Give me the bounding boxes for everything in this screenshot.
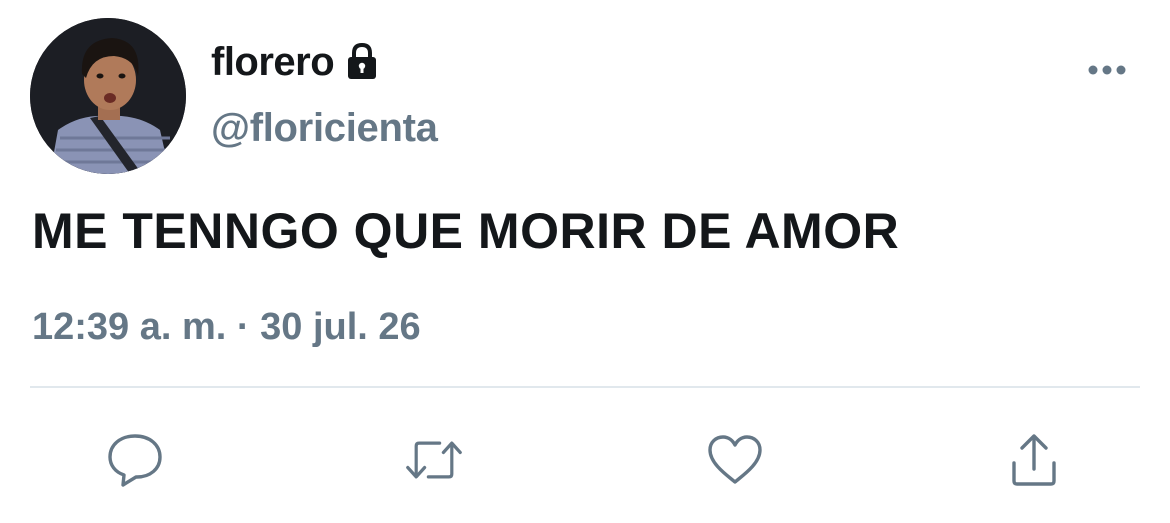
more-options-button[interactable] xyxy=(1082,52,1132,88)
like-button[interactable] xyxy=(705,430,765,490)
user-handle[interactable]: @floricienta xyxy=(211,104,438,152)
tweet-date: 30 jul. 26 xyxy=(260,306,421,348)
retweet-icon xyxy=(406,441,462,479)
share-icon xyxy=(1012,434,1056,486)
divider xyxy=(30,386,1140,388)
tweet-timestamp[interactable]: 12:39 a. m. · 30 jul. 26 xyxy=(32,304,421,350)
share-button[interactable] xyxy=(1004,430,1064,490)
display-name[interactable]: florero xyxy=(211,38,335,86)
display-name-row[interactable]: florero xyxy=(211,38,382,86)
timestamp-separator: · xyxy=(236,306,250,348)
heart-icon xyxy=(708,435,762,484)
reply-button[interactable] xyxy=(105,430,165,490)
more-dots-icon xyxy=(1088,65,1126,75)
avatar[interactable] xyxy=(30,18,186,174)
reply-icon xyxy=(108,434,162,487)
tweet-time: 12:39 a. m. xyxy=(32,306,227,348)
tweet-text: ME TENNGO QUE MORIR DE AMOR xyxy=(32,203,900,259)
avatar-image xyxy=(30,18,186,174)
retweet-button[interactable] xyxy=(404,430,464,490)
lock-icon xyxy=(342,41,382,81)
